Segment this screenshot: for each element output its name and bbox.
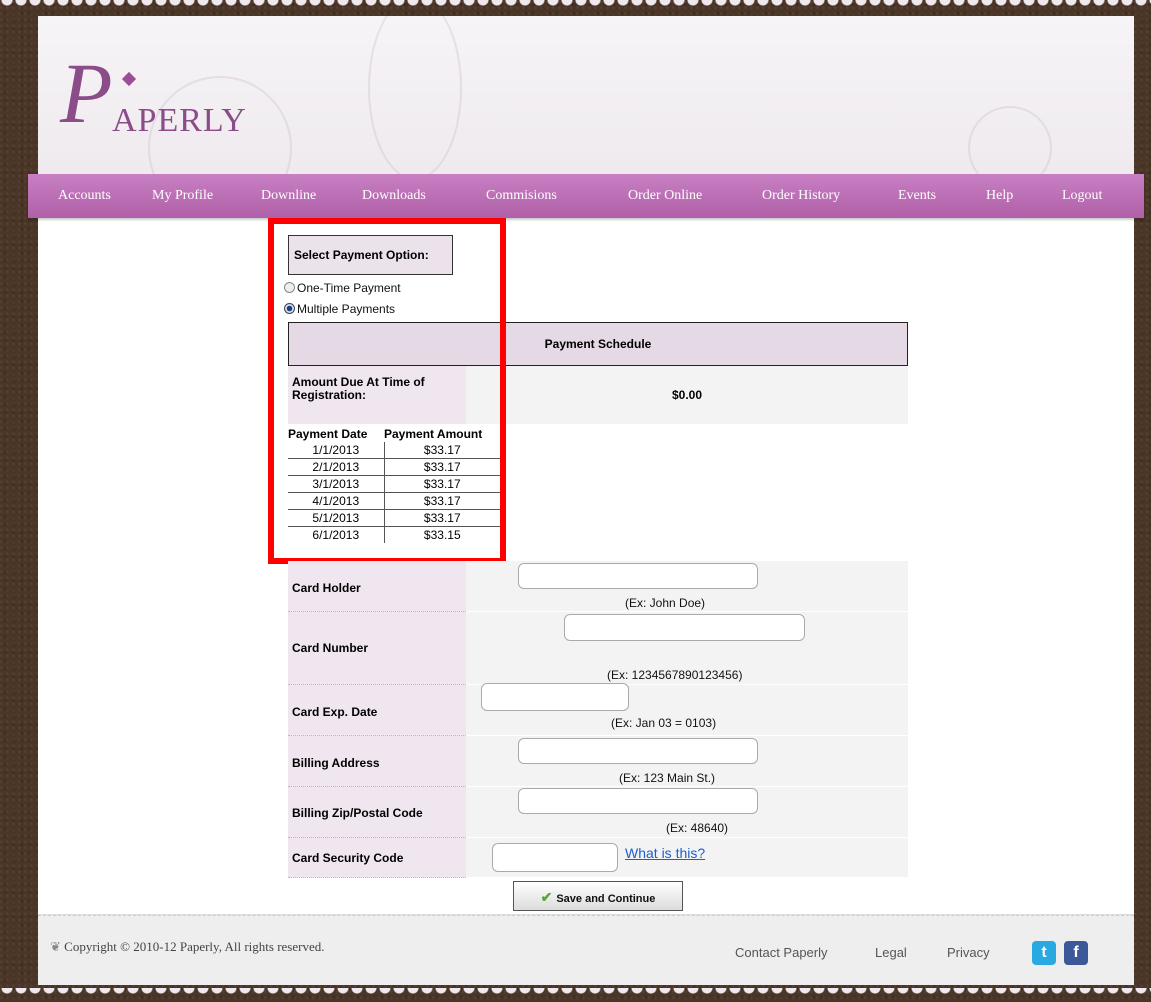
highlight-annotation-box <box>268 218 506 564</box>
amount-due-value: $0.00 <box>671 388 703 402</box>
decor-swirl <box>368 16 462 174</box>
amount-due-value-cell: $0.00 <box>466 366 908 424</box>
save-button-label: Save and Continue <box>556 893 656 905</box>
field-cell: (Ex: John Doe) <box>466 561 908 611</box>
logo[interactable]: P APERLY <box>60 50 310 144</box>
label-cell: Card Holder <box>288 561 466 612</box>
label-cell: Billing Zip/Postal Code <box>288 787 466 838</box>
label-cell: Billing Address <box>288 736 466 787</box>
billing-zip-label: Billing Zip/Postal Code <box>292 806 423 820</box>
nav-item-order-history[interactable]: Order History <box>762 174 840 218</box>
card-exp-row: Card Exp. Date (Ex: Jan 03 = 0103) <box>288 683 908 736</box>
card-payment-form: Card Holder (Ex: John Doe) Card Number (… <box>288 561 908 891</box>
card-holder-hint: (Ex: John Doe) <box>625 596 706 610</box>
security-code-row: Card Security Code What is this? <box>288 838 908 878</box>
billing-zip-row: Billing Zip/Postal Code (Ex: 48640) <box>288 787 908 838</box>
billing-address-label: Billing Address <box>292 756 380 770</box>
nav-item-help[interactable]: Help <box>986 174 1013 218</box>
logo-heart-icon <box>121 71 137 87</box>
main-content: Select Payment Option: One-Time Payment … <box>38 218 1134 911</box>
logo-text: APERLY <box>112 102 247 139</box>
decor-swirl <box>968 106 1052 174</box>
card-exp-input[interactable] <box>481 683 629 711</box>
logo-letter: P <box>60 45 113 141</box>
security-code-label: Card Security Code <box>292 851 404 865</box>
main-nav: Accounts My Profile Downline Downloads C… <box>28 174 1144 218</box>
nav-item-order-online[interactable]: Order Online <box>628 174 702 218</box>
card-holder-label: Card Holder <box>292 581 361 595</box>
field-cell: (Ex: 123 Main St.) <box>466 736 908 786</box>
card-number-input[interactable] <box>564 614 805 641</box>
card-exp-hint: (Ex: Jan 03 = 0103) <box>611 716 717 730</box>
save-and-continue-button[interactable]: ✔ Save and Continue <box>513 881 683 911</box>
nav-item-events[interactable]: Events <box>898 174 936 218</box>
nav-item-downline[interactable]: Downline <box>261 174 316 218</box>
billing-address-hint: (Ex: 123 Main St.) <box>619 771 716 785</box>
card-number-label: Card Number <box>292 641 369 655</box>
footer-divider <box>38 915 1134 918</box>
page: P APERLY Accounts My Profile Downline Do… <box>28 16 1144 985</box>
frame-top-edge <box>0 0 1151 14</box>
frame-bottom-edge <box>0 988 1151 1002</box>
field-cell: (Ex: 48640) <box>466 787 908 837</box>
nav-item-downloads[interactable]: Downloads <box>362 174 426 218</box>
card-number-row: Card Number (Ex: 1234567890123456) <box>288 612 908 685</box>
checkmark-icon: ✔ <box>540 889 553 905</box>
what-is-this-link[interactable]: What is this? <box>625 845 705 861</box>
field-cell: (Ex: Jan 03 = 0103) <box>466 683 908 735</box>
field-cell: (Ex: 1234567890123456) <box>466 612 908 684</box>
card-holder-input[interactable] <box>518 563 758 589</box>
header: P APERLY <box>38 16 1134 174</box>
footer-link-privacy[interactable]: Privacy <box>947 945 990 960</box>
label-cell: Card Security Code <box>288 838 466 878</box>
billing-address-input[interactable] <box>518 738 758 764</box>
footer-link-legal[interactable]: Legal <box>875 945 907 960</box>
footer-link-contact[interactable]: Contact Paperly <box>735 945 828 960</box>
label-cell: Card Exp. Date <box>288 685 466 736</box>
label-cell: Card Number <box>288 612 466 685</box>
twitter-icon[interactable]: t <box>1032 941 1056 965</box>
copyright-text: Copyright © 2010-12 Paperly, All rights … <box>64 939 325 954</box>
card-holder-row: Card Holder (Ex: John Doe) <box>288 561 908 612</box>
card-number-hint: (Ex: 1234567890123456) <box>607 668 743 682</box>
paperly-small-icon: ❦ <box>50 939 65 954</box>
security-code-input[interactable] <box>492 843 618 872</box>
nav-item-logout[interactable]: Logout <box>1062 174 1102 218</box>
billing-address-row: Billing Address (Ex: 123 Main St.) <box>288 736 908 787</box>
nav-item-commisions[interactable]: Commisions <box>486 174 557 218</box>
nav-item-my-profile[interactable]: My Profile <box>152 174 213 218</box>
copyright: ❦ Copyright © 2010-12 Paperly, All right… <box>50 939 325 955</box>
billing-zip-hint: (Ex: 48640) <box>666 821 729 835</box>
billing-zip-input[interactable] <box>518 788 758 814</box>
card-exp-label: Card Exp. Date <box>292 705 378 719</box>
field-cell: What is this? <box>466 838 908 877</box>
footer: ❦ Copyright © 2010-12 Paperly, All right… <box>38 914 1134 985</box>
nav-item-accounts[interactable]: Accounts <box>58 174 111 218</box>
facebook-icon[interactable]: f <box>1064 941 1088 965</box>
